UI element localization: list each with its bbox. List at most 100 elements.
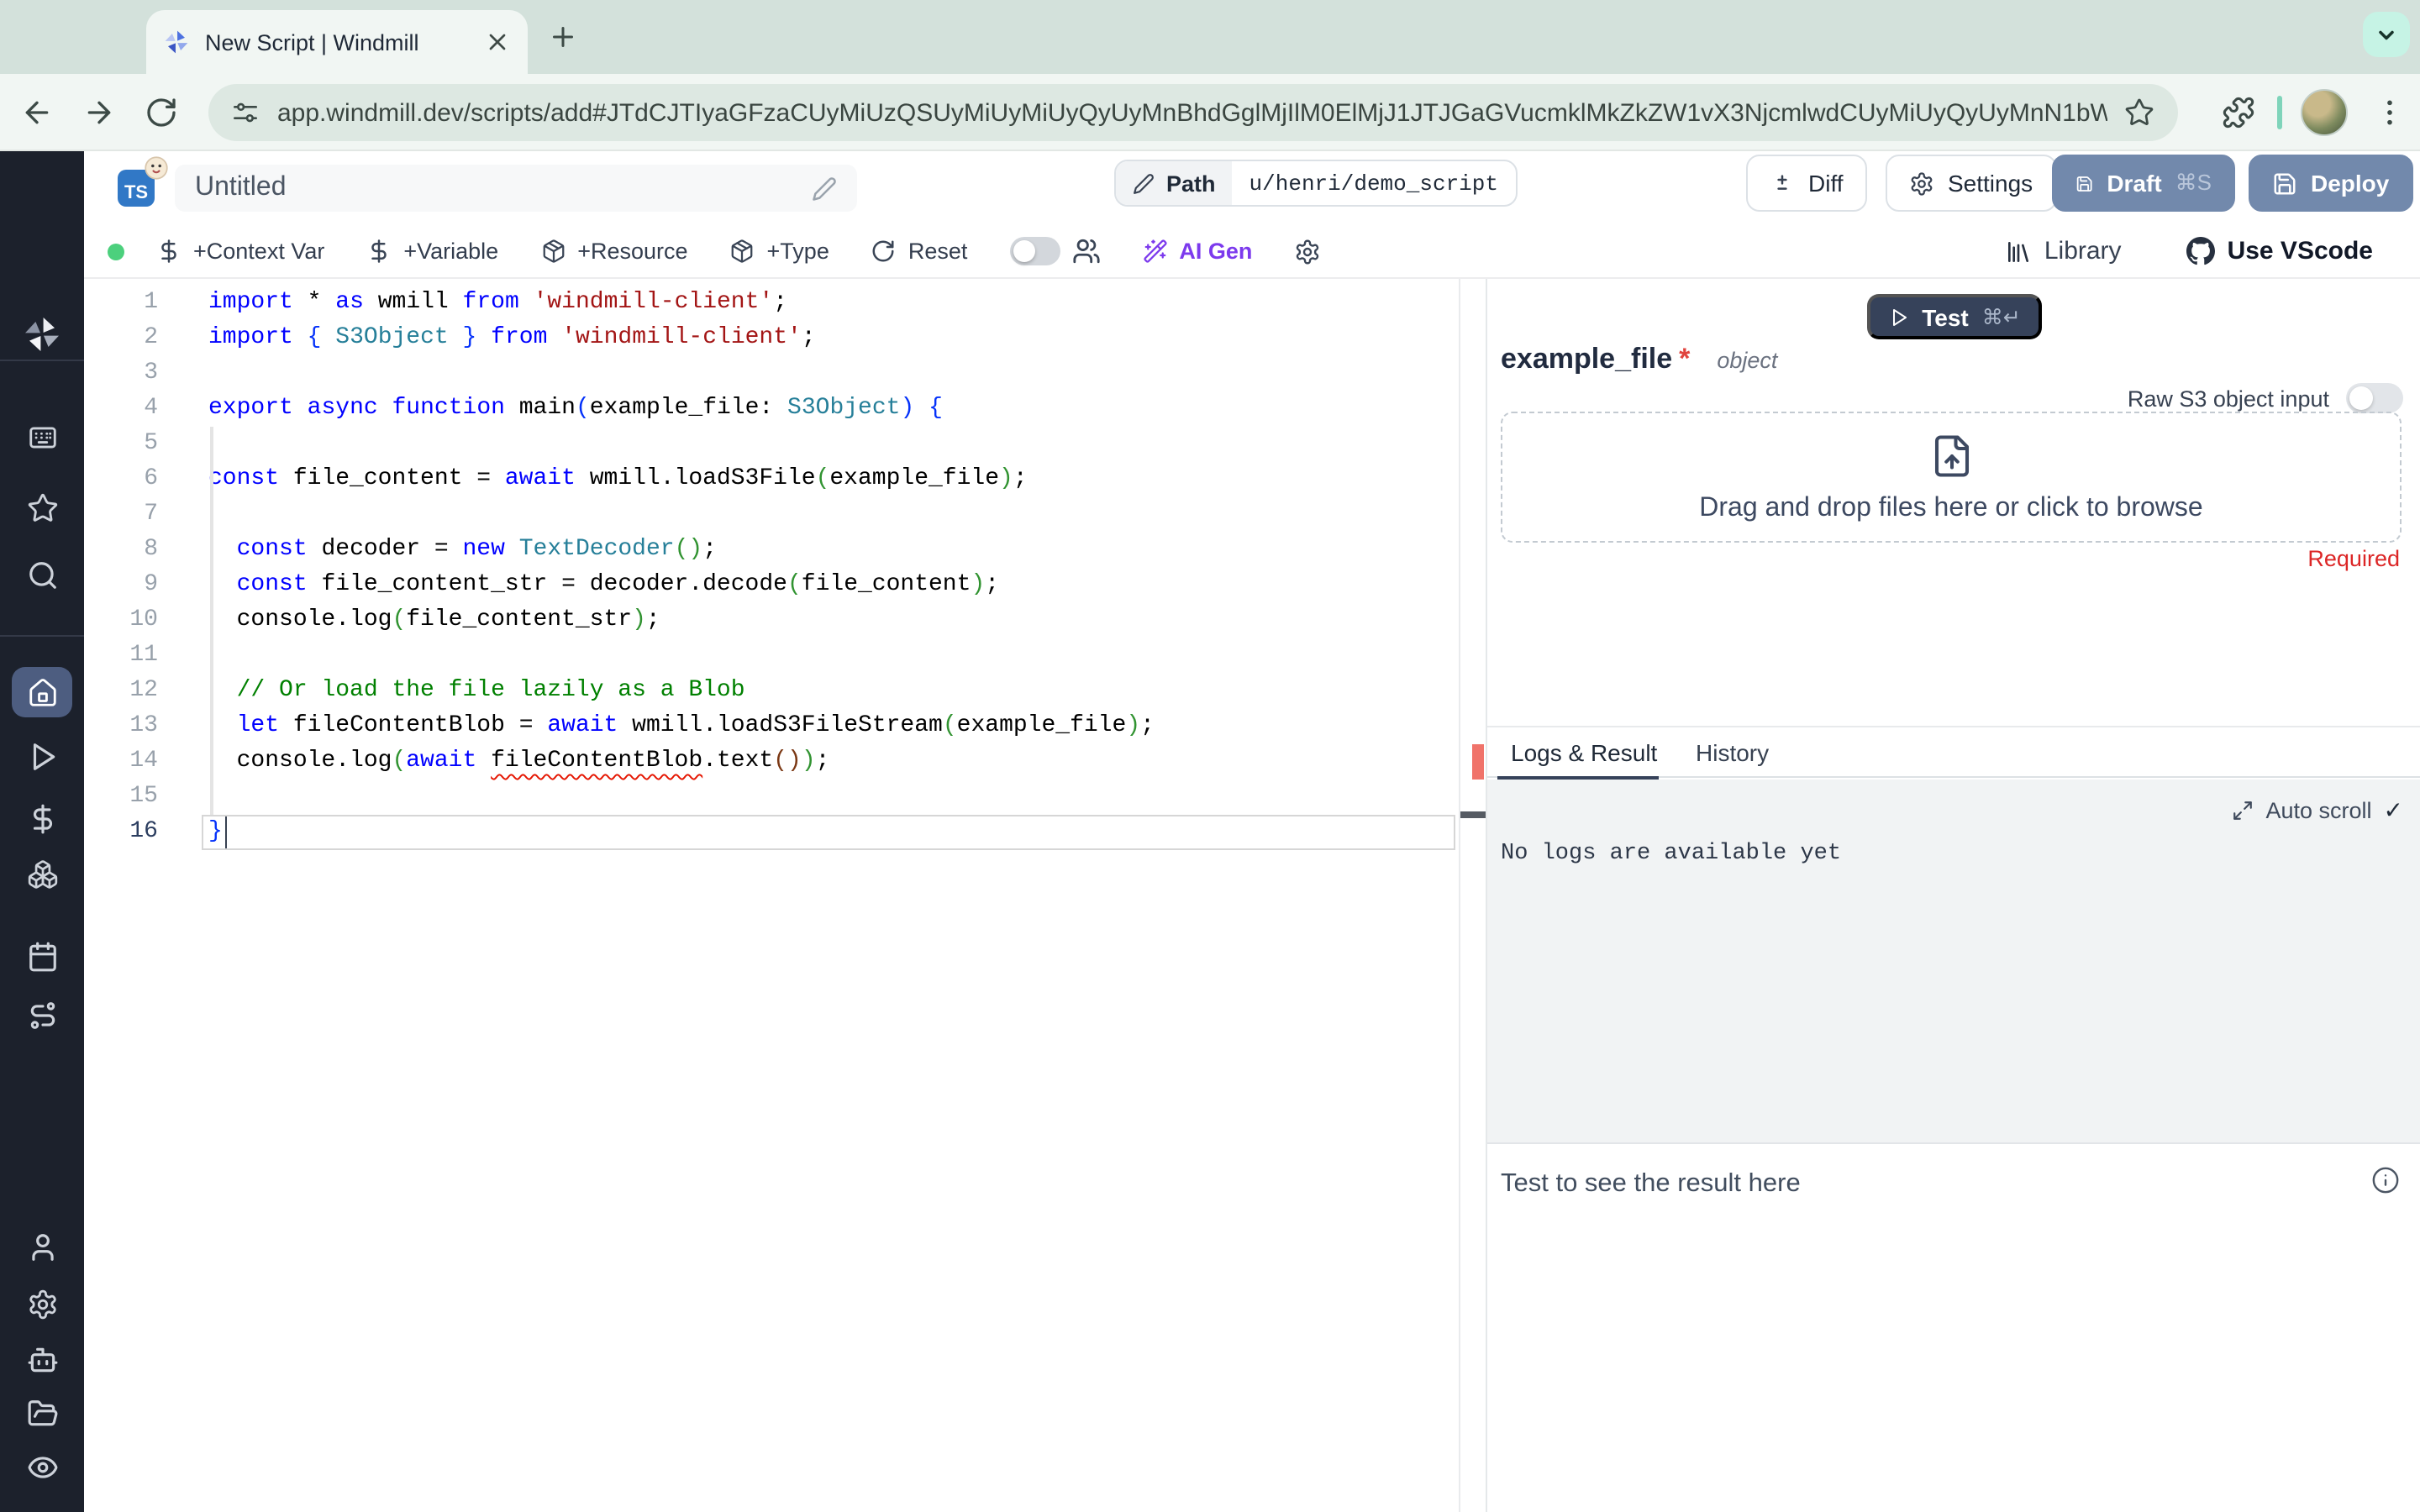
code-line[interactable]: console.log(file_content_str); (208, 603, 1155, 638)
settings-button[interactable]: Settings (1886, 155, 2057, 212)
browser-tab-strip: New Script | Windmill (0, 0, 2420, 74)
code-line[interactable]: const file_content_str = decoder.decode(… (208, 568, 1155, 603)
browser-tab[interactable]: New Script | Windmill (146, 10, 528, 74)
tab-search-button[interactable] (2363, 12, 2410, 57)
add-type-button[interactable]: +Type (730, 239, 829, 264)
path-chip[interactable]: Path u/henri/demo_script (1114, 160, 1517, 207)
sidebar-item-schedules[interactable] (12, 931, 72, 981)
line-number: 12 (129, 677, 158, 704)
sidebar-item-folders[interactable] (12, 1388, 72, 1438)
result-placeholder: Test to see the result here (1501, 1169, 1801, 1198)
extensions-icon[interactable] (2222, 96, 2255, 129)
editor-toolbar: +Context Var +Variable +Resource +Type R… (84, 225, 2420, 279)
code-line[interactable] (208, 427, 1155, 462)
code-line[interactable] (208, 356, 1155, 391)
auto-scroll-control[interactable]: Auto scroll ✓ (2232, 796, 2403, 825)
code-line[interactable] (208, 638, 1155, 674)
home-icon (26, 676, 58, 708)
line-number: 5 (144, 430, 158, 457)
gear-icon (1909, 171, 1934, 196)
overview-ruler-cursor-marker (1460, 811, 1486, 817)
add-context-var-button[interactable]: +Context Var (156, 239, 324, 264)
sidebar-item-runs[interactable] (12, 731, 72, 781)
script-title-input[interactable]: Untitled (175, 165, 857, 212)
tab-logs-result[interactable]: Logs & Result (1511, 727, 1657, 778)
new-tab-button[interactable] (548, 22, 578, 52)
sidebar-item-home[interactable] (12, 667, 72, 717)
sidebar-item-settings[interactable] (12, 1278, 72, 1329)
screen: New Script | Windmill app.windmill.dev/s… (0, 0, 2420, 1512)
deploy-button[interactable]: Deploy (2249, 155, 2413, 212)
robot-icon (26, 1343, 58, 1375)
add-resource-button[interactable]: +Resource (540, 239, 688, 264)
code-line[interactable]: // Or load the file lazily as a Blob (208, 674, 1155, 709)
calendar-icon (26, 940, 58, 972)
tab-title: New Script | Windmill (205, 29, 419, 55)
draft-button[interactable]: Draft ⌘S (2052, 155, 2235, 212)
file-dropzone[interactable]: Drag and drop files here or click to bro… (1501, 412, 2402, 543)
required-hint: Required (2307, 546, 2400, 571)
reload-button[interactable] (145, 96, 178, 129)
sidebar-item-resources[interactable] (12, 848, 72, 899)
back-button[interactable] (20, 96, 54, 129)
profile-avatar[interactable] (2301, 89, 2348, 136)
settings-label: Settings (1948, 170, 2033, 197)
code-line[interactable] (208, 497, 1155, 533)
sidebar-item-search[interactable] (12, 549, 72, 600)
context-var-label: +Context Var (193, 239, 325, 264)
code-line[interactable]: import * as wmill from 'windmill-client'… (208, 286, 1155, 321)
diff-button[interactable]: Diff (1746, 155, 1867, 212)
save-icon (2272, 171, 2297, 196)
gear-icon (26, 1288, 58, 1320)
library-button[interactable]: Library (2006, 237, 2122, 265)
auto-scroll-label: Auto scroll (2265, 798, 2372, 823)
forward-button[interactable] (82, 96, 116, 129)
use-vscode-button[interactable]: Use VScode (2186, 237, 2373, 265)
path-label-section: Path (1116, 161, 1233, 205)
sidebar-item-favorites[interactable] (12, 482, 72, 533)
code-line[interactable]: console.log(await fileContentBlob.text()… (208, 744, 1155, 780)
dollar-icon (366, 239, 392, 264)
sidebar-item-routes[interactable] (12, 990, 72, 1040)
reset-button[interactable]: Reset (871, 239, 967, 264)
resource-label: +Resource (577, 239, 688, 264)
sidebar-item-workers[interactable] (12, 1334, 72, 1384)
sidebar-item-users[interactable] (12, 1221, 72, 1272)
code-line[interactable]: let fileContentBlob = await wmill.loadS3… (208, 709, 1155, 744)
sidebar-item-apps[interactable] (12, 412, 72, 462)
sidebar-item-variables[interactable] (12, 793, 72, 843)
code-line[interactable]: import { S3Object } from 'windmill-clien… (208, 321, 1155, 356)
site-settings-icon[interactable] (232, 99, 259, 126)
address-bar[interactable]: app.windmill.dev/scripts/add#JTdCJTIyaGF… (208, 84, 2178, 141)
sidebar-item-audit-logs[interactable] (12, 1441, 72, 1492)
ai-gen-button[interactable]: AI Gen (1142, 239, 1252, 264)
code-editor[interactable]: 1 2 3 4 5 6 7 8 9 10 11 12 13 14 15 16 import * as wmil… (84, 279, 1486, 1512)
editor-settings-icon[interactable] (1294, 238, 1321, 265)
line-number: 10 (129, 606, 158, 633)
tab-history[interactable]: History (1696, 727, 1769, 778)
code-line[interactable] (208, 780, 1155, 815)
close-tab-icon[interactable] (484, 29, 511, 55)
code-line[interactable]: export async function main(example_file:… (208, 391, 1155, 427)
test-button[interactable]: Test ⌘↵ (1867, 294, 2042, 339)
reset-icon (871, 239, 897, 264)
line-number: 15 (129, 783, 158, 810)
url-text[interactable]: app.windmill.dev/scripts/add#JTdCJTIyaGF… (277, 98, 2107, 127)
code-line[interactable]: const decoder = new TextDecoder(); (208, 533, 1155, 568)
code-content[interactable]: import * as wmill from 'windmill-client'… (208, 286, 1155, 1512)
windmill-logo[interactable] (22, 314, 62, 354)
bookmark-icon[interactable] (2124, 97, 2154, 128)
line-number: 16 (129, 818, 158, 845)
library-icon (2006, 238, 2033, 265)
star-icon (26, 491, 58, 523)
info-icon[interactable] (2371, 1166, 2400, 1194)
multiplayer-toggle[interactable] (1009, 237, 1060, 265)
raw-s3-toggle[interactable] (2346, 383, 2403, 413)
add-variable-button[interactable]: +Variable (366, 239, 498, 264)
edit-title-icon[interactable] (812, 176, 837, 201)
expand-icon[interactable] (2232, 800, 2254, 822)
code-line[interactable]: const file_content = await wmill.loadS3F… (208, 462, 1155, 497)
auto-scroll-checkmark[interactable]: ✓ (2384, 796, 2403, 825)
package-icon (540, 239, 566, 264)
browser-menu-icon[interactable] (2373, 96, 2407, 129)
